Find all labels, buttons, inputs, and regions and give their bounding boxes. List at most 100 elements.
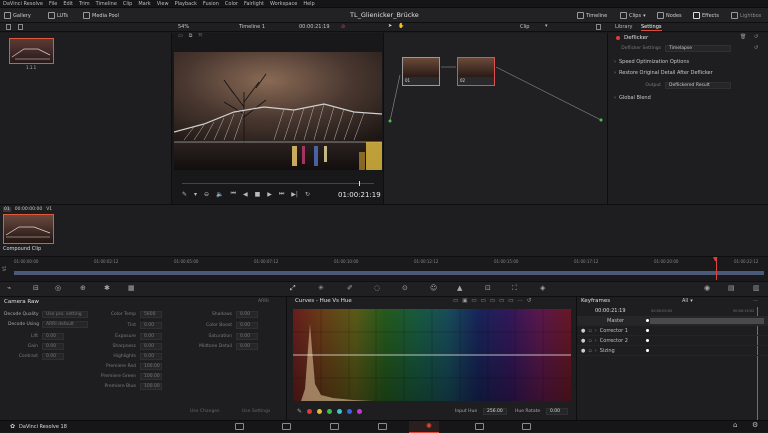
media-page-icon[interactable] [235, 423, 244, 430]
cut-page-icon[interactable] [282, 423, 291, 430]
menu-view[interactable]: View [157, 1, 169, 7]
fusion-page-icon[interactable] [378, 423, 387, 430]
keyframe-dot[interactable] [646, 339, 649, 342]
timeline-selector[interactable]: Timeline 1 [239, 24, 265, 30]
timeline-toggle-button[interactable]: Timeline [577, 12, 607, 19]
skip-forward-icon[interactable]: ⏭ [279, 190, 284, 198]
param-field[interactable]: 0.00 [140, 343, 162, 350]
magic-mask-icon[interactable]: ☺ [430, 284, 437, 292]
reset-icon[interactable]: ↺ [754, 34, 758, 40]
gallery-button[interactable]: Gallery [4, 12, 31, 19]
global-blend-section[interactable]: › Global Blend [614, 95, 651, 101]
deflicker-settings-dropdown[interactable]: Timelapse [665, 45, 731, 52]
swatch-blue[interactable] [347, 409, 353, 414]
fairlight-page-icon[interactable] [475, 423, 484, 430]
viewer-layout-icon[interactable]: ▭ [178, 33, 183, 39]
color-match-icon[interactable]: ⊟ [33, 284, 39, 292]
color-warper-icon[interactable]: ✳ [318, 284, 324, 292]
param-field[interactable]: 0.00 [236, 322, 258, 329]
blur-icon[interactable]: ▲ [457, 284, 462, 292]
reset-icon[interactable]: ↺ [527, 298, 532, 304]
swatch-green[interactable] [327, 409, 333, 414]
keyframe-row-master[interactable]: Master [577, 316, 768, 326]
tracker-icon[interactable]: ⊙ [402, 284, 408, 292]
scopes-icon[interactable]: ◉ [704, 284, 710, 292]
keyframe-filter-dropdown[interactable]: All ▾ [682, 298, 693, 304]
sat-vs-sat-icon[interactable]: ▭ [499, 298, 504, 304]
stop-icon[interactable]: ■ [255, 191, 261, 198]
home-icon[interactable]: ⌂ [733, 421, 737, 429]
panel-toggle-icon[interactable] [6, 24, 11, 30]
sizing-icon[interactable]: ⛶ [512, 284, 517, 293]
param-field[interactable]: 0.00 [42, 353, 64, 360]
curves-options-icon[interactable]: ⋯ [517, 298, 523, 304]
transform-icon[interactable]: ⤧ [198, 33, 202, 39]
param-field[interactable]: 0.00 [140, 322, 162, 329]
keyframe-row-corrector-2[interactable]: ● ▫ › Corrector 2 [577, 336, 768, 346]
key-icon[interactable]: ⊡ [485, 284, 491, 292]
color-picker-icon[interactable]: ✎ [182, 191, 187, 198]
tab-library[interactable]: Library [615, 24, 632, 30]
mini-timeline[interactable]: V1 01:00:00:00 01:00:02:12 01:00:05:00 0… [0, 256, 768, 281]
param-field[interactable]: 100.00 [140, 373, 162, 380]
swatch-cyan[interactable] [337, 409, 343, 414]
param-field[interactable]: 0.00 [236, 311, 258, 318]
menu-mark[interactable]: Mark [138, 1, 150, 7]
param-field[interactable]: 0.00 [140, 333, 162, 340]
curves-icon[interactable]: ⤢ [290, 284, 296, 293]
param-field[interactable]: 100.00 [140, 383, 162, 390]
menu-color[interactable]: Color [225, 1, 238, 7]
hue-rotate-field[interactable]: 0.00 [546, 408, 568, 415]
loop-icon[interactable]: ⊖ [204, 191, 209, 198]
keyframe-row-corrector-1[interactable]: ● ▫ › Corrector 1 [577, 326, 768, 336]
window-icon[interactable]: ◌ [374, 284, 380, 292]
custom-curve-icon[interactable]: ▭ [453, 298, 458, 304]
tab-settings[interactable]: Settings [641, 24, 662, 31]
luts-button[interactable]: LUTs [48, 12, 68, 19]
param-field[interactable]: 5600 [140, 311, 162, 318]
rgb-mixer-icon[interactable]: ⊕ [80, 284, 86, 292]
restore-detail-section[interactable]: › Restore Original Detail After Deflicke… [614, 70, 713, 76]
param-field[interactable]: 0.00 [42, 343, 64, 350]
menu-playback[interactable]: Playback [175, 1, 197, 7]
keyframe-dot[interactable] [646, 329, 649, 332]
hue-vs-sat-icon[interactable]: ▭ [471, 298, 476, 304]
eyedropper-icon[interactable]: ✎ [297, 408, 302, 415]
menu-fairlight[interactable]: Fairlight [244, 1, 264, 7]
more-options-icon[interactable]: ⋯ [753, 298, 758, 304]
next-clip-icon[interactable]: ▶| [291, 191, 298, 198]
menu-fusion[interactable]: Fusion [203, 1, 219, 7]
param-field[interactable]: 0.00 [140, 353, 162, 360]
menu-workspace[interactable]: Workspace [270, 1, 297, 7]
chevron-right-icon[interactable]: › [595, 348, 597, 354]
output-dropdown[interactable]: Deflickered Result [665, 82, 731, 89]
node-editor[interactable]: 01 02 [383, 33, 607, 204]
param-field[interactable]: 0.00 [42, 333, 64, 340]
mini-timeline-clip-bar[interactable] [14, 271, 764, 275]
chevron-right-icon[interactable]: › [595, 328, 597, 334]
motion-effects-icon[interactable]: ✱ [104, 284, 110, 292]
lock-icon[interactable]: ▫ [588, 328, 591, 334]
lum-vs-sat-icon[interactable]: ▭ [490, 298, 495, 304]
hue-vs-hue-icon[interactable]: ▣ [462, 298, 467, 304]
media-pool-button[interactable]: Media Pool [83, 12, 119, 19]
clip-thumbnail[interactable] [3, 214, 54, 244]
camera-raw-icon[interactable]: ⌁ [7, 284, 11, 292]
clips-toggle-button[interactable]: Clips ▾ [620, 12, 646, 19]
menu-file[interactable]: File [49, 1, 57, 7]
zoom-dropdown[interactable]: 54% [178, 24, 189, 30]
menu-app[interactable]: DaVinci Resolve [3, 1, 43, 7]
decode-quality-dropdown[interactable]: Use pro. setting [42, 311, 88, 318]
swatch-yellow[interactable] [317, 409, 323, 414]
qualifier-icon[interactable]: ✐ [347, 284, 353, 292]
gallery-still[interactable] [9, 38, 54, 64]
keyframe-row-sizing[interactable]: ● ▫ › Sizing [577, 346, 768, 356]
settings-gear-icon[interactable]: ⚙ [752, 421, 758, 429]
use-changes-button[interactable]: Use Changes [190, 409, 219, 414]
delete-icon[interactable]: 🗑 [740, 34, 746, 40]
hue-curve-graph[interactable] [293, 309, 571, 401]
effects-toggle-button[interactable]: Effects [693, 12, 719, 19]
enable-dot-icon[interactable] [616, 36, 620, 40]
hue-vs-lum-icon[interactable]: ▭ [481, 298, 486, 304]
reset-icon[interactable]: ↺ [754, 45, 758, 51]
